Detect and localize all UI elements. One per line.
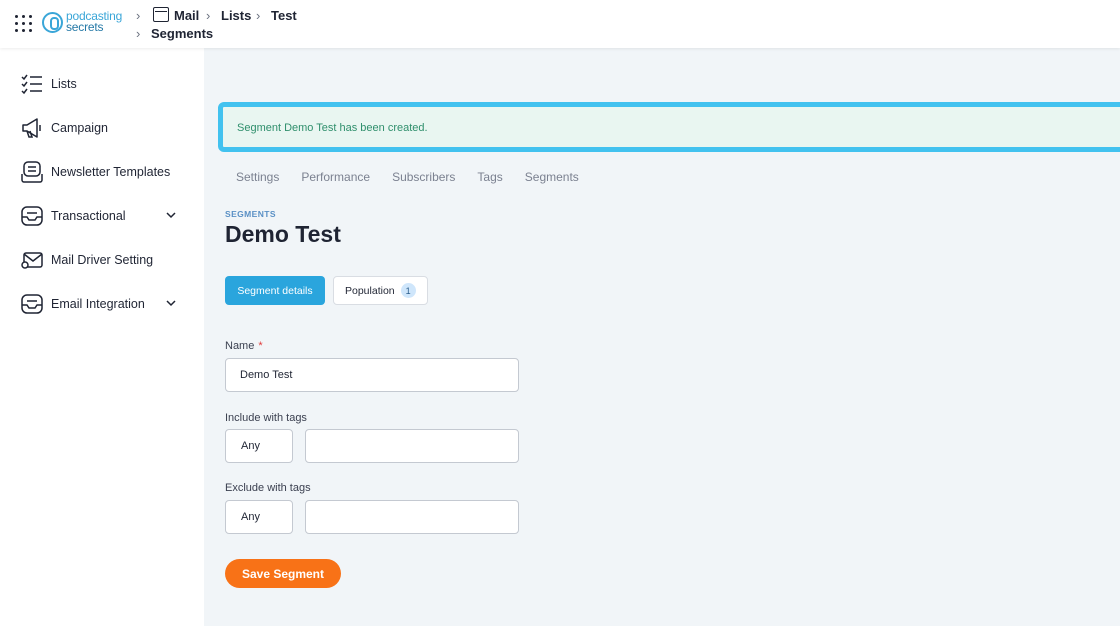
alert-message: Segment Demo Test has been created.	[237, 122, 428, 134]
sidebar-item-newsletter-templates[interactable]: Newsletter Templates	[20, 157, 190, 187]
sidebar: Lists Campaign Newsletter Templates Tran…	[0, 48, 204, 626]
sidebar-item-lists[interactable]: Lists	[20, 69, 190, 99]
tab-subscribers[interactable]: Subscribers	[392, 170, 455, 184]
sidebar-item-label: Transactional	[51, 209, 126, 223]
tab-performance[interactable]: Performance	[301, 170, 370, 184]
sidebar-item-email-integration[interactable]: Email Integration	[20, 289, 190, 319]
sidebar-item-label: Newsletter Templates	[51, 165, 171, 179]
save-segment-button[interactable]: Save Segment	[225, 559, 341, 588]
exclude-tags-input[interactable]	[305, 500, 519, 534]
required-mark: *	[258, 340, 263, 352]
tab-bar: Settings Performance Subscribers Tags Se…	[236, 170, 601, 184]
chevron-right-icon: ›	[206, 8, 211, 23]
newsletter-icon	[21, 161, 43, 183]
population-label: Population	[345, 284, 395, 297]
inbox-icon	[21, 206, 43, 226]
sidebar-item-campaign[interactable]: Campaign	[20, 113, 190, 143]
top-bar: podcasting secrets › Mail › Lists › Test…	[0, 0, 1120, 48]
exclude-tags-label: Exclude with tags	[225, 482, 311, 494]
page-title: Demo Test	[225, 221, 341, 247]
sidebar-item-label: Mail Driver Setting	[51, 253, 154, 267]
sidebar-item-label: Campaign	[51, 121, 108, 135]
chevron-down-icon[interactable]	[164, 208, 178, 222]
segment-details-button[interactable]: Segment details	[225, 276, 325, 305]
checklist-icon	[21, 74, 42, 95]
include-mode-select[interactable]: Any	[225, 429, 293, 463]
breadcrumb-segments[interactable]: Segments	[151, 26, 213, 41]
name-label-text: Name	[225, 340, 255, 352]
megaphone-icon	[22, 118, 41, 138]
success-alert: Segment Demo Test has been created.	[218, 102, 1120, 152]
sidebar-item-label: Email Integration	[51, 297, 145, 311]
chevron-right-icon: ›	[136, 8, 141, 23]
sidebar-item-transactional[interactable]: Transactional	[20, 201, 190, 231]
inbox-icon	[21, 294, 43, 314]
breadcrumb-mail[interactable]: Mail	[174, 8, 199, 23]
sidebar-item-mail-driver-setting[interactable]: Mail Driver Setting	[20, 245, 190, 275]
tab-segments[interactable]: Segments	[525, 170, 579, 184]
logo-text-line2: secrets	[66, 20, 104, 34]
mail-settings-icon	[21, 252, 43, 269]
tab-settings[interactable]: Settings	[236, 170, 279, 184]
app-grid-icon[interactable]	[15, 15, 33, 33]
tab-tags[interactable]: Tags	[477, 170, 502, 184]
include-tags-label: Include with tags	[225, 412, 307, 424]
population-button[interactable]: Population 1	[333, 276, 428, 305]
population-count-badge: 1	[400, 283, 416, 298]
sidebar-item-label: Lists	[51, 77, 77, 91]
chevron-down-icon[interactable]	[164, 296, 178, 310]
breadcrumb-lists[interactable]: Lists	[221, 8, 251, 23]
main-content: Segment Demo Test has been created. Sett…	[204, 48, 1120, 626]
chevron-right-icon: ›	[136, 26, 141, 41]
mail-icon	[153, 7, 169, 22]
name-input[interactable]	[225, 358, 519, 392]
chevron-right-icon: ›	[256, 8, 261, 23]
include-tags-input[interactable]	[305, 429, 519, 463]
logo[interactable]: podcasting secrets	[42, 9, 122, 35]
page-eyebrow: SEGMENTS	[225, 209, 276, 219]
breadcrumb-test[interactable]: Test	[271, 8, 297, 23]
exclude-mode-select[interactable]: Any	[225, 500, 293, 534]
microphone-logo-icon	[42, 11, 63, 33]
name-field-label: Name *	[225, 340, 263, 352]
